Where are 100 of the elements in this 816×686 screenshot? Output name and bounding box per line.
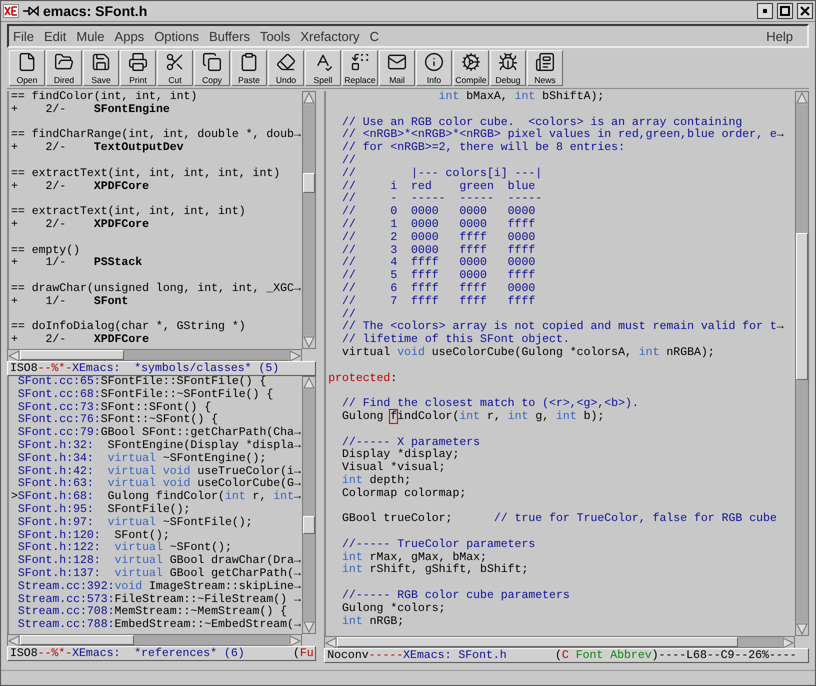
code-line: // lifetime of this SFont object. <box>341 334 571 346</box>
code-line: // <nRGB>*<nRGB>*<nRGB> pixel values in red,green,blue order, e→ <box>341 129 785 142</box>
toolbar-button[interactable]: News <box>527 50 563 86</box>
reference-line[interactable]: Stream.cc:573:FileStream::~FileStream() → <box>11 594 302 606</box>
replace-icon <box>350 52 370 72</box>
toolbar-button[interactable]: Undo <box>268 50 304 86</box>
code-line: // The <colors> array is not copied and must remain valid for t→ <box>341 321 785 334</box>
reference-line[interactable]: SFont.h:63: virtual void useColorCube(G→ <box>11 478 302 492</box>
code-line: Gulong *colors; <box>341 602 447 616</box>
symbol-entry[interactable]: == doInfoDialog(char *, GString *) <box>11 321 302 334</box>
symbol-entry[interactable]: + 2/- XPDFCore <box>11 180 302 194</box>
menu-item[interactable]: Edit <box>44 28 66 44</box>
scroll-left-button[interactable] <box>325 637 338 649</box>
bug-icon <box>498 52 518 72</box>
horizontal-scrollbar[interactable] <box>7 634 302 646</box>
copy-icon <box>202 52 222 72</box>
symbol-entry[interactable]: + 2/- TextOutputDev <box>11 142 302 155</box>
toolbar-button[interactable]: Replace <box>342 50 378 86</box>
menu-item[interactable]: Xrefactory <box>300 28 360 44</box>
scroll-up-button[interactable] <box>303 92 316 104</box>
code-line: // |--- colors[i] ---| <box>341 168 544 180</box>
toolbar-button[interactable]: Cut <box>157 50 193 86</box>
toolbar-button[interactable]: Mail <box>379 50 415 86</box>
scrollbar-thumb[interactable] <box>796 233 808 380</box>
reference-line[interactable]: SFont.h:42: virtual void useTrueColor(i→ <box>11 466 302 478</box>
reference-line[interactable]: >SFont.h:68: Gulong findColor(int r, int→ <box>11 491 302 504</box>
reference-line[interactable]: SFont.h:97: virtual ~SFontFile(); <box>11 516 302 530</box>
scroll-left-button[interactable] <box>8 350 20 362</box>
scroll-left-button[interactable] <box>8 635 20 647</box>
toolbar-button[interactable]: Open <box>9 50 45 86</box>
app-logo-icon[interactable] <box>3 4 19 18</box>
scissors-icon <box>165 52 185 72</box>
toolbar-button[interactable]: Print <box>120 50 156 86</box>
menu-item[interactable]: Apps <box>114 28 144 44</box>
pin-icon[interactable] <box>23 5 39 17</box>
reference-line[interactable]: SFont.h:95: SFontFile(); <box>11 504 302 517</box>
code-line: int depth; <box>341 474 412 488</box>
symbol-entry[interactable]: == empty() <box>11 244 302 258</box>
scroll-up-button[interactable] <box>796 92 808 104</box>
symbol-entry[interactable]: + 1/- SFont <box>11 296 302 309</box>
toolbar-button[interactable]: Save <box>83 50 119 86</box>
symbol-entry[interactable]: == drawChar(unsigned long, int, int, _XGC→ <box>11 282 302 296</box>
menu-item[interactable]: Help <box>766 28 793 44</box>
maximize-button[interactable] <box>777 3 793 19</box>
reference-line[interactable]: SFont.cc:68:SFontFile::~SFontFile() { <box>11 388 302 402</box>
reference-line[interactable]: SFont.h:34: virtual ~SFontEngine(); <box>11 452 302 466</box>
scroll-down-button[interactable] <box>796 623 808 635</box>
vertical-scrollbar[interactable] <box>302 91 316 349</box>
horizontal-scrollbar[interactable] <box>7 349 302 361</box>
symbol-entry[interactable]: == findCharRange(int, int, double *, doub→ <box>11 129 302 142</box>
scroll-right-button[interactable] <box>782 637 794 649</box>
vertical-scrollbar[interactable] <box>795 91 809 636</box>
reference-line[interactable]: SFont.h:32: SFontEngine(Display *displa→ <box>11 440 302 453</box>
close-button[interactable] <box>797 3 813 19</box>
symbol-entry[interactable]: == extractText(int, int, int, int) <box>11 206 302 219</box>
toolbar-button[interactable]: Dired <box>46 50 82 86</box>
reference-line[interactable]: SFont.h:122: virtual ~SFont(); <box>11 542 302 556</box>
symbol-entry[interactable]: == findColor(int, int, int) <box>11 91 302 104</box>
menu-item[interactable]: Options <box>154 28 199 44</box>
symbol-entry[interactable]: + 2/- SFontEngine <box>11 104 302 117</box>
scroll-right-button[interactable] <box>289 350 302 362</box>
reference-line[interactable]: SFont.h:137: virtual GBool getCharPath(→ <box>11 568 302 581</box>
scrollbar-thumb[interactable] <box>20 635 134 645</box>
reference-line[interactable]: SFont.cc:73:SFont::SFont() { <box>11 402 302 414</box>
minimize-button[interactable] <box>757 3 773 19</box>
reference-line[interactable]: Stream.cc:392:void ImageStream::skipLine→ <box>11 580 302 594</box>
menu-item[interactable]: File <box>13 28 34 44</box>
reference-line[interactable]: Stream.cc:708:MemStream::~MemStream() { <box>11 606 302 620</box>
symbol-entry[interactable]: + 1/- PSStack <box>11 257 302 270</box>
scroll-down-button[interactable] <box>303 336 316 348</box>
reference-line[interactable]: SFont.h:128: virtual GBool drawChar(Dra→ <box>11 555 302 568</box>
toolbar-button[interactable]: Compile <box>453 50 489 86</box>
scrollbar-thumb[interactable] <box>20 350 124 360</box>
symbol-entry[interactable]: == extractText(int, int, int, int, int) <box>11 168 302 181</box>
scroll-down-button[interactable] <box>303 621 316 633</box>
scrollbar-thumb[interactable] <box>337 637 738 647</box>
mail-icon <box>387 52 407 72</box>
code-line: // 4 ffff 0000 0000 <box>341 257 536 270</box>
menu-item[interactable]: C <box>370 28 379 44</box>
reference-line[interactable]: SFont.cc:76:SFont::~SFont() { <box>11 414 302 428</box>
symbol-entry[interactable]: + 2/- XPDFCore <box>11 334 302 347</box>
menu-item[interactable]: Buffers <box>209 28 250 44</box>
scrollbar-thumb[interactable] <box>303 173 316 194</box>
scrollbar-thumb[interactable] <box>303 516 316 534</box>
reference-line[interactable]: SFont.cc:65:SFontFile::SFontFile() { <box>11 376 302 389</box>
scroll-up-button[interactable] <box>303 377 316 389</box>
toolbar-button[interactable]: Debug <box>490 50 526 86</box>
reference-line[interactable]: SFont.cc:79:GBool SFont::getCharPath(Cha→ <box>11 427 302 440</box>
toolbar-button[interactable]: Copy <box>194 50 230 86</box>
reference-line[interactable]: SFont.h:120: SFont(); <box>11 530 302 542</box>
menu-item[interactable]: Mule <box>76 28 105 44</box>
toolbar-button[interactable]: Paste <box>231 50 267 86</box>
reference-line[interactable]: Stream.cc:788:EmbedStream::~EmbedStream(→ <box>11 619 302 632</box>
toolbar-button[interactable]: Spell <box>305 50 341 86</box>
scroll-right-button[interactable] <box>289 635 302 647</box>
horizontal-scrollbar[interactable] <box>324 636 795 648</box>
vertical-scrollbar[interactable] <box>302 376 316 634</box>
toolbar-button[interactable]: Info <box>416 50 452 86</box>
menu-item[interactable]: Tools <box>260 28 290 44</box>
symbol-entry[interactable]: + 2/- XPDFCore <box>11 218 302 232</box>
